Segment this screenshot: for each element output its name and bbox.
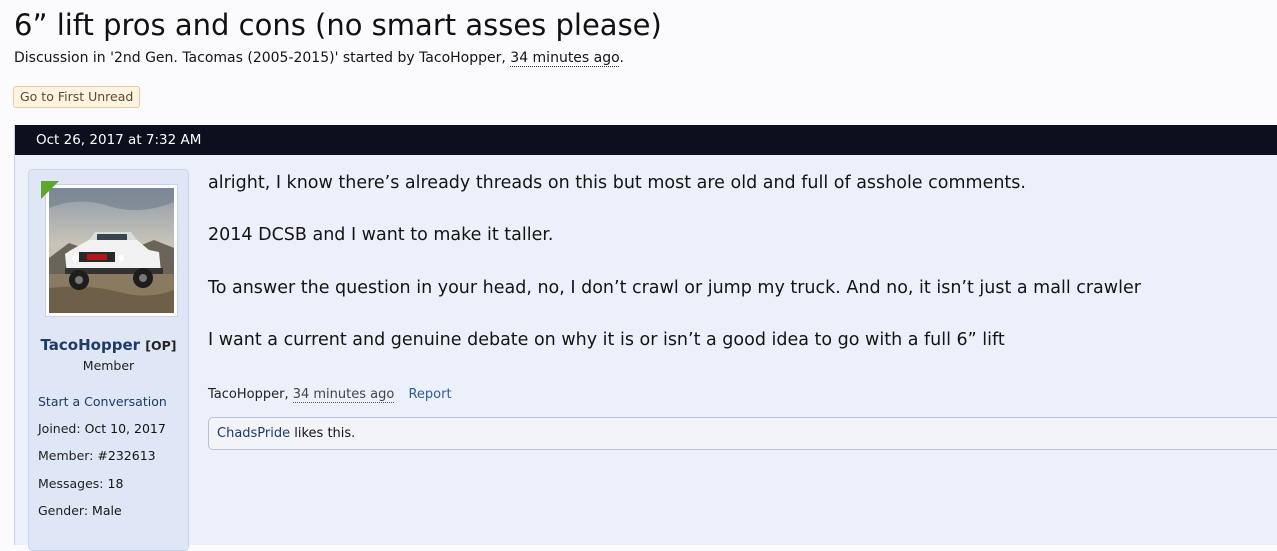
messages-value: 18: [107, 475, 124, 491]
messages-label: Messages:: [38, 475, 104, 491]
footer-author[interactable]: TacoHopper: [208, 387, 284, 402]
joined-row: Joined: Oct 10, 2017: [38, 421, 167, 448]
post-footer: TacoHopper, 34 minutes ago Report: [208, 387, 452, 403]
user-title: Member: [82, 358, 135, 373]
meta-text: Discussion in '2nd Gen. Tacomas (2005-20…: [14, 50, 506, 66]
go-to-first-unread-button[interactable]: Go to First Unread: [13, 86, 141, 108]
thread-title: 6” lift pros and cons (no smart asses pl…: [14, 8, 662, 42]
member-label: Member:: [38, 448, 94, 464]
username[interactable]: TacoHopper [OP]: [29, 336, 188, 354]
user-panel: TacoHopper [OP] Member Start a Conversat…: [28, 169, 189, 551]
avatar-image: [49, 188, 174, 313]
op-tag: [OP]: [145, 338, 177, 353]
joined-label: Joined:: [38, 421, 81, 437]
joined-value: Oct 10, 2017: [84, 421, 166, 437]
avatar[interactable]: [45, 184, 178, 317]
meta-suffix: .: [619, 50, 624, 66]
message-body: alright, I know there’s already threads …: [208, 173, 1141, 382]
start-conversation-link[interactable]: Start a Conversation: [38, 394, 167, 409]
message-paragraph: 2014 DCSB and I want to make it taller.: [208, 225, 554, 246]
likes-summary: ChadsPride likes this.: [208, 417, 1277, 450]
post-date: Oct 26, 2017 at 7:32 AM: [36, 132, 202, 148]
member-row: Member: #232613: [38, 448, 167, 475]
member-value: #232613: [97, 448, 156, 464]
gender-value: Male: [92, 502, 122, 518]
gender-label: Gender:: [38, 502, 89, 518]
meta-time: 34 minutes ago: [510, 50, 620, 67]
username-link[interactable]: TacoHopper: [41, 336, 141, 354]
post-container: Oct 26, 2017 at 7:32 AM TacoHopper [OP] …: [14, 125, 1277, 551]
user-info: Start a Conversation Joined: Oct 10, 201…: [38, 394, 167, 530]
liker-link[interactable]: ChadsPride: [217, 426, 290, 441]
message-paragraph: To answer the question in your head, no,…: [208, 277, 1141, 298]
thread-meta: Discussion in '2nd Gen. Tacomas (2005-20…: [14, 50, 624, 67]
gender-row: Gender: Male: [38, 503, 167, 530]
post-date-bar: Oct 26, 2017 at 7:32 AM: [15, 125, 1277, 155]
ribbon-badge: [41, 181, 59, 199]
message-paragraph: I want a current and genuine debate on w…: [208, 329, 1005, 350]
footer-time[interactable]: 34 minutes ago: [292, 387, 395, 403]
messages-row: Messages: 18: [38, 476, 167, 503]
message-paragraph: alright, I know there’s already threads …: [208, 173, 1026, 193]
likes-text: likes this.: [294, 426, 356, 441]
report-link[interactable]: Report: [408, 387, 451, 402]
